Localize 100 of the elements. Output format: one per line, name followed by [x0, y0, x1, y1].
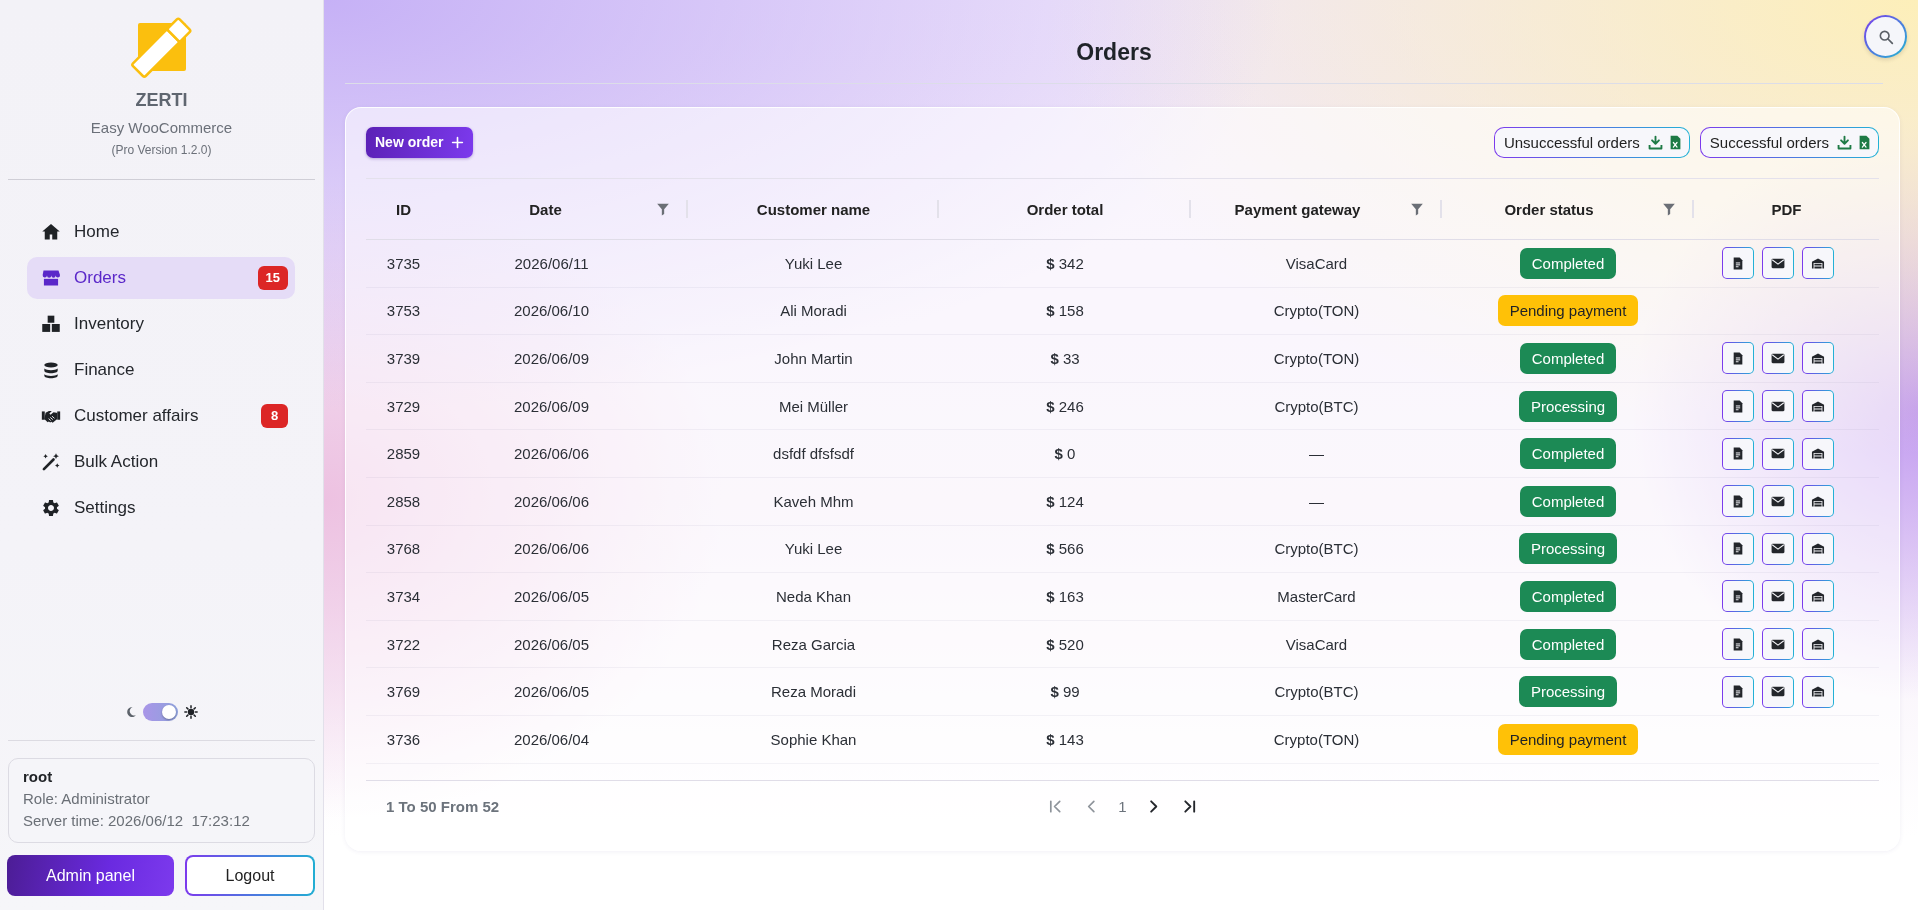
email-button[interactable] — [1762, 247, 1794, 280]
home-icon — [41, 222, 61, 242]
nav-item[interactable]: Customer affairs 8 — [27, 395, 295, 437]
table-cell-text: Kaveh Mhm — [772, 491, 855, 512]
table-cell-text: 2026/06/11 — [513, 253, 590, 274]
nav-item[interactable]: Inventory — [27, 303, 295, 345]
nav-item[interactable]: Finance — [27, 349, 295, 391]
document-button[interactable] — [1722, 247, 1754, 280]
warehouse-button[interactable] — [1802, 675, 1834, 708]
document-icon — [1733, 494, 1743, 508]
column-header: Order status — [1504, 200, 1594, 218]
table-cell-text: 2026/06/09 — [512, 396, 591, 417]
warehouse-icon — [1811, 590, 1825, 602]
email-button[interactable] — [1762, 580, 1794, 613]
status-badge: Completed — [1519, 343, 1617, 374]
table-cell-text: $ 33 — [1049, 349, 1081, 369]
new-order-button[interactable]: New order — [366, 126, 474, 158]
document-button[interactable] — [1722, 437, 1754, 470]
table-cell-text: 3739 — [385, 349, 422, 369]
document-button[interactable] — [1722, 580, 1754, 613]
table-cell-text: 2026/06/05 — [512, 634, 591, 655]
table-cell-text: — — [1308, 444, 1325, 465]
spreadsheet-icon — [1859, 134, 1870, 150]
document-icon — [1733, 399, 1743, 413]
warehouse-icon — [1811, 353, 1825, 364]
warehouse-button[interactable] — [1802, 532, 1834, 565]
table-cell-text: Neda Khan — [774, 586, 853, 607]
table-cell-text: Reza Moradi — [769, 682, 857, 703]
warehouse-button[interactable] — [1802, 390, 1834, 423]
envelope-icon — [1771, 495, 1785, 507]
warehouse-button[interactable] — [1802, 580, 1834, 613]
warehouse-icon — [1811, 638, 1825, 650]
logout-button[interactable]: Logout — [185, 855, 315, 896]
document-button[interactable] — [1722, 532, 1754, 565]
theme-toggle[interactable] — [143, 703, 178, 721]
settings-icon — [41, 498, 61, 518]
email-button[interactable] — [1762, 628, 1794, 661]
document-button[interactable] — [1722, 675, 1754, 708]
export-button[interactable]: Unsuccessful orders — [1493, 126, 1690, 158]
nav-item[interactable]: Settings — [27, 487, 295, 529]
status-badge: Pending payment — [1497, 295, 1639, 327]
table-cell-text: 3722 — [385, 634, 422, 655]
envelope-icon — [1771, 353, 1785, 364]
nav-item[interactable]: Orders 15 — [27, 257, 295, 299]
table-cell-text: 3769 — [385, 682, 422, 703]
table-cell-text: $ 0 — [1053, 444, 1077, 465]
warehouse-button[interactable] — [1802, 628, 1834, 661]
admin-panel-button[interactable]: Admin panel — [7, 855, 174, 896]
user-role: Role: Administrator — [23, 789, 151, 809]
search-button[interactable] — [1864, 15, 1907, 58]
email-button[interactable] — [1762, 437, 1794, 470]
status-badge: Completed — [1519, 438, 1617, 470]
warehouse-icon — [1811, 400, 1825, 412]
warehouse-button[interactable] — [1802, 342, 1834, 375]
document-button[interactable] — [1722, 628, 1754, 661]
version-label: (Pro Version 1.2.0) — [111, 142, 212, 158]
document-button[interactable] — [1722, 342, 1754, 375]
email-button[interactable] — [1762, 675, 1794, 708]
filter-icon[interactable] — [1662, 202, 1676, 216]
download-icon — [1837, 134, 1852, 150]
nav-item[interactable]: Bulk Action — [27, 441, 295, 483]
table-cell-text: Crypto(BTC) — [1273, 539, 1360, 560]
warehouse-button[interactable] — [1802, 485, 1834, 518]
nav-item[interactable]: Home — [27, 211, 295, 253]
email-button[interactable] — [1762, 532, 1794, 565]
column-header: Date — [529, 200, 562, 218]
filter-icon[interactable] — [656, 202, 670, 216]
email-button[interactable] — [1762, 485, 1794, 518]
table-cell-text: VisaCard — [1284, 634, 1349, 655]
column-header: ID — [396, 200, 411, 218]
page-number[interactable]: 1 — [1116, 797, 1129, 815]
status-badge: Processing — [1518, 676, 1618, 708]
count-badge: 15 — [257, 266, 288, 290]
boxes-icon — [41, 314, 61, 334]
table-cell-text: $ 520 — [1045, 634, 1085, 655]
email-button[interactable] — [1762, 342, 1794, 375]
warehouse-button[interactable] — [1802, 247, 1834, 280]
table-cell-text: $ 342 — [1045, 253, 1085, 274]
table-cell-text: $ 124 — [1045, 491, 1085, 512]
status-badge: Completed — [1519, 628, 1617, 660]
export-button[interactable]: Successful orders — [1699, 126, 1879, 158]
envelope-icon — [1771, 400, 1785, 412]
table-cell-text: 2026/06/06 — [512, 491, 591, 512]
logo-icon — [129, 15, 194, 79]
document-icon — [1733, 589, 1743, 603]
document-icon — [1733, 685, 1743, 699]
status-badge: Processing — [1518, 533, 1618, 565]
document-button[interactable] — [1722, 485, 1754, 518]
email-button[interactable] — [1762, 390, 1794, 423]
table-cell-text: Reza Garcia — [770, 634, 857, 655]
document-icon — [1733, 542, 1743, 556]
status-badge: Processing — [1518, 390, 1618, 422]
warehouse-button[interactable] — [1802, 437, 1834, 470]
filter-icon[interactable] — [1410, 202, 1424, 216]
table-cell-text: $ 246 — [1045, 396, 1085, 417]
table-cell-text: Crypto(TON) — [1272, 301, 1361, 322]
table-cell-text: 2026/06/06 — [512, 539, 591, 560]
last-page-icon — [1182, 798, 1198, 814]
document-button[interactable] — [1722, 390, 1754, 423]
envelope-icon — [1771, 257, 1785, 269]
